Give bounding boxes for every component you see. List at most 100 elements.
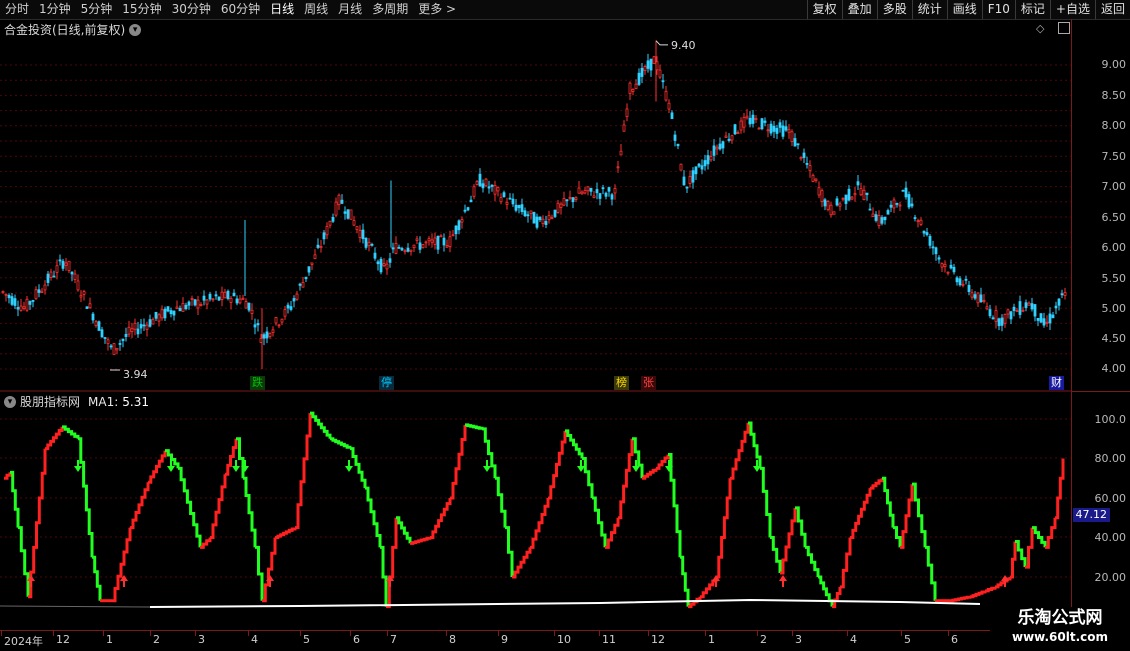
indicator-line-segment bbox=[310, 411, 332, 439]
period-tab-4[interactable]: 30分钟 bbox=[167, 0, 216, 19]
event-badge[interactable]: 财 bbox=[1049, 376, 1064, 390]
candle-body bbox=[643, 66, 647, 71]
toolbar-button-7[interactable]: +自选 bbox=[1049, 0, 1095, 19]
candle-body bbox=[118, 343, 122, 345]
date-tick bbox=[948, 631, 949, 636]
candle-body bbox=[349, 209, 353, 220]
indicator-line-segment bbox=[1010, 541, 1017, 579]
candle-body bbox=[907, 194, 911, 208]
event-badge[interactable]: 榜 bbox=[614, 376, 629, 390]
indicator-line-segment bbox=[275, 527, 297, 539]
candle-body bbox=[862, 189, 866, 200]
price-tick-label: 6.50 bbox=[1101, 211, 1127, 224]
date-label: 1 bbox=[708, 633, 715, 646]
candle-body bbox=[934, 247, 938, 255]
period-tab-0[interactable]: 分时 bbox=[0, 0, 34, 19]
candle-body bbox=[847, 188, 851, 201]
date-label: 2 bbox=[153, 633, 160, 646]
candle-body bbox=[223, 291, 227, 299]
candle-body bbox=[946, 271, 950, 274]
candle-body bbox=[19, 305, 23, 311]
candle-body bbox=[352, 220, 356, 226]
period-tab-8[interactable]: 月线 bbox=[333, 0, 367, 19]
candle-body bbox=[706, 155, 710, 165]
price-tick-label: 8.50 bbox=[1101, 89, 1127, 102]
toolbar-button-6[interactable]: 标记 bbox=[1014, 0, 1050, 19]
candle-body bbox=[1030, 303, 1034, 310]
toolbar-button-1[interactable]: 叠加 bbox=[841, 0, 877, 19]
date-tick bbox=[705, 631, 706, 636]
toolbar-button-3[interactable]: 统计 bbox=[911, 0, 947, 19]
candle-body bbox=[148, 319, 152, 327]
candle-body bbox=[769, 123, 773, 134]
candle-body bbox=[922, 230, 926, 234]
candle-body bbox=[493, 185, 497, 195]
candle-body bbox=[733, 124, 737, 135]
period-tab-3[interactable]: 15分钟 bbox=[117, 0, 166, 19]
candle-body bbox=[139, 324, 143, 329]
candle-body bbox=[523, 210, 527, 217]
toolbar-button-4[interactable]: 画线 bbox=[946, 0, 982, 19]
candle-body bbox=[169, 310, 173, 315]
indicator-line-segment bbox=[505, 526, 514, 577]
candle-body bbox=[838, 203, 842, 207]
candle-body bbox=[595, 189, 599, 194]
period-tab-1[interactable]: 1分钟 bbox=[34, 0, 76, 19]
candle-body bbox=[310, 262, 314, 265]
event-badge[interactable]: 张 bbox=[641, 376, 656, 390]
candle-body bbox=[526, 214, 530, 217]
date-label: 2024年 bbox=[4, 635, 43, 648]
period-tab-2[interactable]: 5分钟 bbox=[76, 0, 118, 19]
candle-body bbox=[208, 293, 212, 300]
period-tab-5[interactable]: 60分钟 bbox=[216, 0, 265, 19]
candle-body bbox=[199, 304, 203, 306]
candle-body bbox=[511, 198, 515, 205]
price-tick-label: 4.50 bbox=[1101, 332, 1127, 345]
candle-body bbox=[490, 184, 494, 187]
candle-body bbox=[157, 314, 161, 322]
candle-body bbox=[481, 183, 485, 189]
period-tab-7[interactable]: 周线 bbox=[299, 0, 333, 19]
candle-body bbox=[1009, 311, 1013, 320]
toolbar-button-0[interactable]: 复权 bbox=[806, 0, 842, 19]
candle-body bbox=[661, 80, 665, 83]
candle-body bbox=[136, 328, 140, 335]
period-tab-9[interactable]: 多周期 bbox=[367, 0, 413, 19]
candle-body bbox=[895, 203, 899, 205]
toolbar-button-5[interactable]: F10 bbox=[981, 0, 1015, 19]
candle-body bbox=[343, 211, 347, 214]
event-badge[interactable]: 跌 bbox=[250, 376, 265, 390]
candle-body bbox=[133, 322, 137, 330]
candle-body bbox=[637, 72, 641, 85]
candle-body bbox=[475, 181, 479, 185]
candle-body bbox=[445, 245, 449, 248]
toolbar-button-2[interactable]: 多股 bbox=[876, 0, 912, 19]
date-label: 7 bbox=[390, 633, 397, 646]
indicator-line-segment bbox=[850, 488, 872, 539]
candle-body bbox=[358, 229, 362, 238]
period-tab-10[interactable]: 更多 > bbox=[413, 0, 461, 19]
candle-body bbox=[364, 237, 368, 248]
watermark-title: 乐淘公式网 bbox=[1017, 608, 1103, 628]
candle-body bbox=[667, 102, 671, 110]
candle-body bbox=[244, 301, 248, 309]
indicator-line-segment bbox=[970, 590, 987, 599]
candle-body bbox=[502, 192, 506, 198]
date-label: 4 bbox=[251, 633, 258, 646]
indicator-line-segment bbox=[410, 536, 432, 545]
indicator-line-segment bbox=[925, 545, 937, 601]
period-tab-6[interactable]: 日线 bbox=[265, 0, 299, 19]
candle-body bbox=[565, 199, 569, 202]
candle-body bbox=[835, 198, 839, 206]
indicator-line-segment bbox=[985, 586, 997, 593]
event-badge[interactable]: 停 bbox=[379, 376, 394, 390]
toolbar-button-8[interactable]: 返回 bbox=[1094, 0, 1130, 19]
candle-body bbox=[574, 197, 578, 200]
candle-body bbox=[4, 293, 8, 296]
candle-body bbox=[460, 219, 464, 223]
candle-body bbox=[697, 163, 701, 167]
chart-canvas[interactable]: 9.40 3.94 bbox=[0, 19, 1072, 631]
candle-body bbox=[280, 318, 284, 323]
candle-body bbox=[40, 290, 44, 293]
indicator-line-segment bbox=[148, 450, 167, 484]
